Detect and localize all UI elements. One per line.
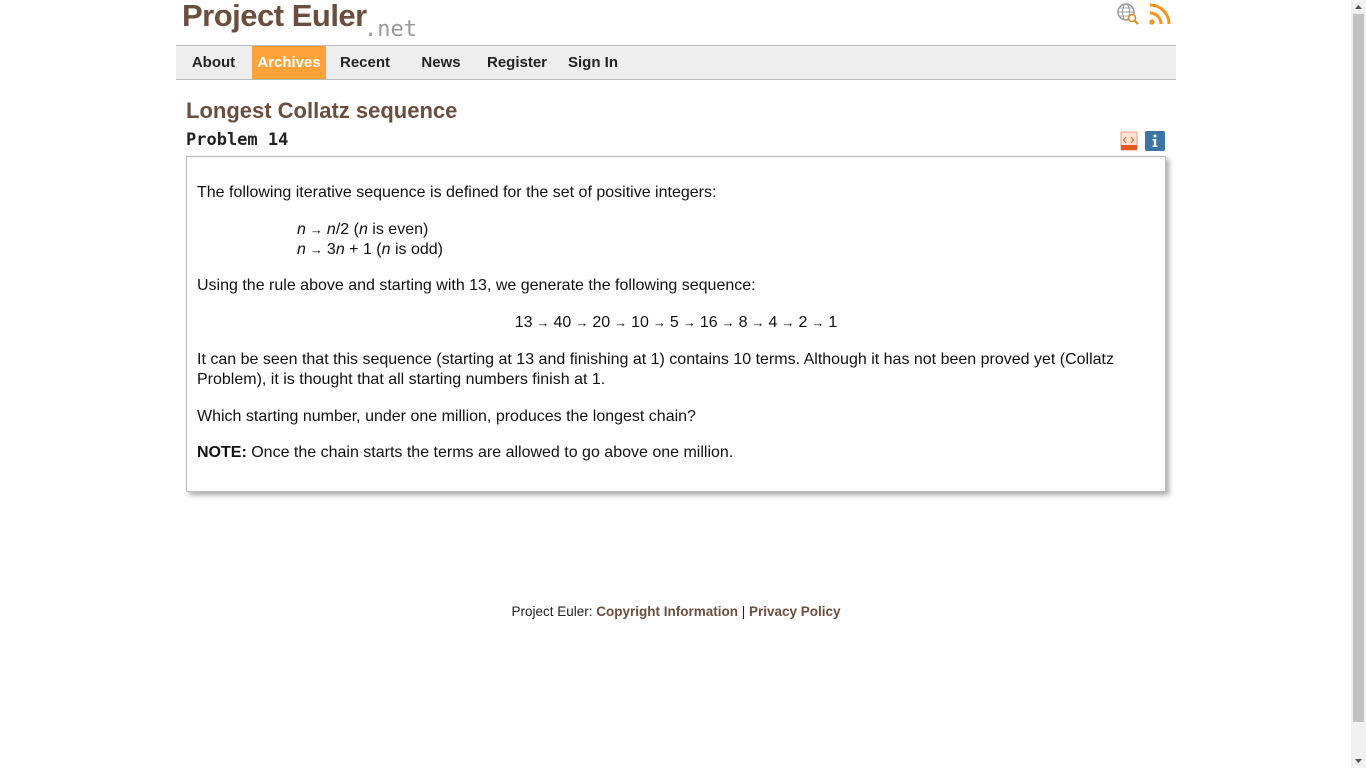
sequence-term: 2 <box>798 314 808 331</box>
var-n: n <box>326 221 336 238</box>
arrow: → <box>309 242 323 257</box>
rule-even: n → n/2 (n is even) <box>297 220 428 240</box>
rule-odd: n → 3n + 1 (n is odd) <box>297 240 443 260</box>
nav-item-sign-in[interactable]: Sign In <box>563 46 623 79</box>
scroll-down-icon[interactable] <box>1351 754 1366 768</box>
nav-item-register[interactable]: Register <box>481 46 553 79</box>
problem-question: Which starting number, under one million… <box>197 408 696 425</box>
sequence-term: 16 <box>699 314 718 331</box>
sequence-term: 5 <box>669 314 679 331</box>
top-icons <box>1116 2 1176 28</box>
logo-main-text[interactable]: Project Euler <box>182 0 367 34</box>
sequence-term: 40 <box>553 314 572 331</box>
sequence-term: 8 <box>738 314 748 331</box>
sequence-term: 10 <box>631 314 649 331</box>
problem-intro: The following iterative sequence is defi… <box>197 184 717 201</box>
sequence-term: 4 <box>768 314 778 331</box>
sequence-term: 1 <box>828 314 838 331</box>
sequence-arrow: → <box>781 315 795 330</box>
vertical-scrollbar[interactable] <box>1351 0 1366 768</box>
logo-suffix-text[interactable]: .net <box>364 17 417 42</box>
search-globe-icon[interactable] <box>1116 2 1140 26</box>
copyright-link[interactable]: Copyright Information <box>596 604 738 619</box>
sequence-arrow: → <box>721 315 735 330</box>
main-nav: About Archives Recent News Register Sign… <box>176 45 1176 80</box>
rule-text: is odd) <box>390 241 443 258</box>
rss-icon[interactable] <box>1148 2 1172 26</box>
note-text: Once the chain starts the terms are allo… <box>246 444 734 461</box>
note-label: NOTE: <box>197 444 247 461</box>
footer: Project Euler: Copyright Information | P… <box>176 604 1176 619</box>
sequence-term: 20 <box>592 314 611 331</box>
sequence-arrow: → <box>811 315 825 330</box>
problem-content: The following iterative sequence is defi… <box>186 156 1166 492</box>
rule-text: /2 ( <box>335 221 359 238</box>
sequence-arrow: → <box>614 315 628 330</box>
var-n: n <box>335 241 345 258</box>
sequence-term: 13 <box>514 314 533 331</box>
problem-explanation: It can be seen that this sequence (start… <box>197 351 1114 388</box>
problem-number: Problem 14 <box>186 130 289 150</box>
var-n: n <box>381 241 391 258</box>
rule-text: is even) <box>367 221 429 238</box>
problem-note: NOTE: Once the chain starts the terms ar… <box>197 443 1155 463</box>
collatz-sequence: 13 → 40 → 20 → 10 → 5 → 16 → 8 → 4 → 2 → 1 <box>187 313 1165 333</box>
scroll-thumb[interactable] <box>1353 14 1364 722</box>
info-icon[interactable] <box>1145 131 1165 151</box>
problem-title: Longest Collatz sequence <box>186 98 458 123</box>
sequence-arrow: → <box>652 315 666 330</box>
nav-item-archives[interactable]: Archives <box>252 46 326 79</box>
sequence-arrow: → <box>575 315 589 330</box>
var-n: n <box>297 241 306 258</box>
nav-item-news[interactable]: News <box>416 46 466 79</box>
var-n: n <box>297 221 306 238</box>
sequence-arrow: → <box>536 315 550 330</box>
var-n: n <box>358 221 368 238</box>
html-source-icon[interactable] <box>1120 131 1140 151</box>
nav-item-recent[interactable]: Recent <box>334 46 396 79</box>
problem-icons <box>1120 131 1166 151</box>
example-intro: Using the rule above and starting with 1… <box>197 277 756 294</box>
footer-prefix: Project Euler: <box>511 604 597 619</box>
footer-separator: | <box>737 604 749 619</box>
sequence-arrow: → <box>751 315 765 330</box>
sequence-arrow: → <box>682 315 696 330</box>
rule-text: + 1 ( <box>344 241 382 258</box>
privacy-link[interactable]: Privacy Policy <box>749 604 841 619</box>
arrow: → <box>309 222 323 237</box>
nav-item-about[interactable]: About <box>186 46 241 79</box>
scroll-up-icon[interactable] <box>1351 0 1366 14</box>
rule-text: 3 <box>326 241 336 258</box>
